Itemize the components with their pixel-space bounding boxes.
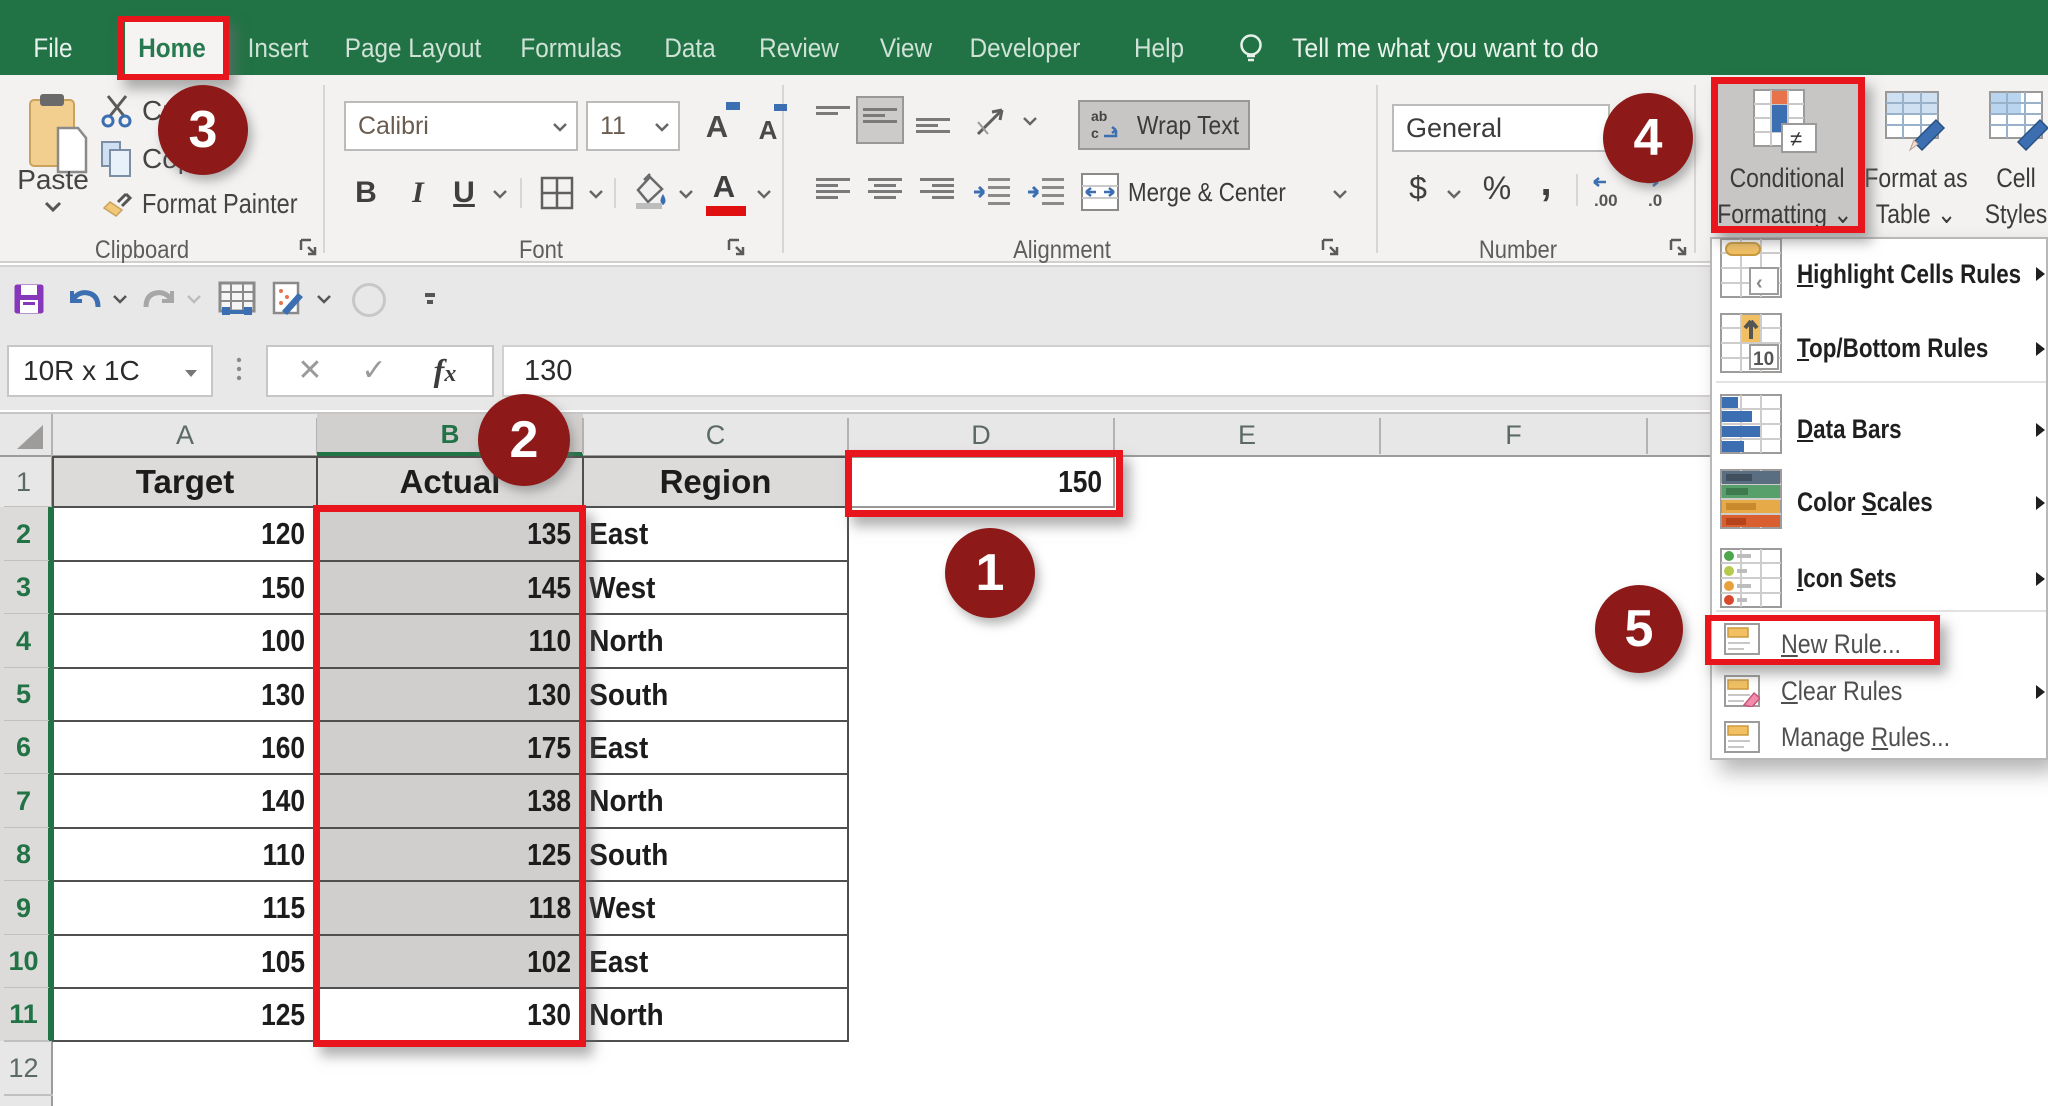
svg-text:10: 10 [1753,349,1774,370]
svg-text:‹: ‹ [1756,272,1763,294]
svg-text:ab: ab [1091,108,1107,124]
svg-text:.0: .0 [1648,191,1662,210]
svg-text:.00: .00 [1594,191,1618,210]
svg-text:c: c [1091,125,1099,141]
